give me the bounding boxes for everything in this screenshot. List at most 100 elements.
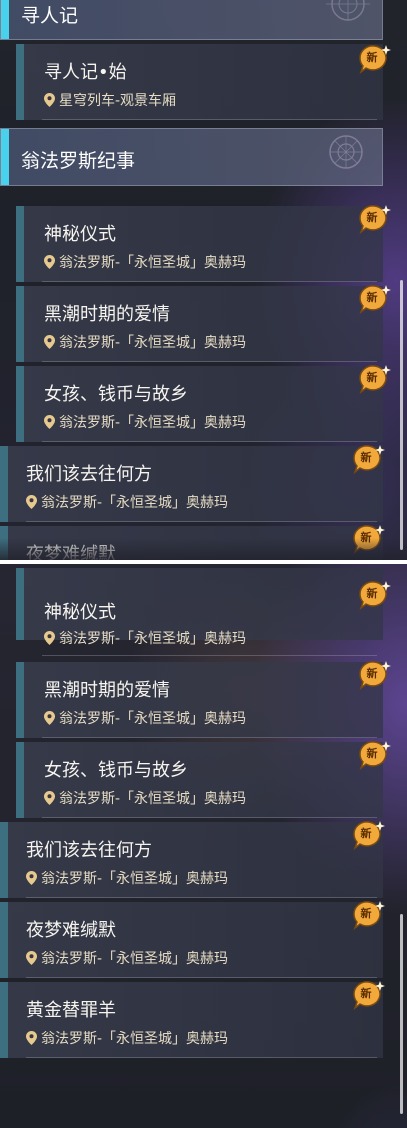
quest-location-text: 翁法罗斯-「永恒圣城」奥赫玛 (41, 495, 229, 511)
quest-location: 翁法罗斯-「永恒圣城」奥赫玛 (44, 788, 246, 808)
quest-item-xunrenji-shi[interactable]: 寻人记•始 星穹列车-观景车厢 (16, 44, 383, 120)
quest-divider (26, 521, 377, 522)
quest-title: 夜梦难缄默 (26, 920, 116, 941)
location-pin-icon (44, 711, 55, 725)
quest-item-nuhai-qianbi[interactable]: 女孩、钱币与故乡 翁法罗斯-「永恒圣城」奥赫玛 (16, 742, 383, 818)
quest-marker-bar (0, 902, 8, 978)
emblem-icon (329, 135, 363, 169)
quest-location: 翁法罗斯-「永恒圣城」奥赫玛 (26, 492, 228, 512)
quest-divider (26, 1057, 377, 1058)
new-badge-icon: 新 (358, 740, 392, 770)
quest-title: 女孩、钱币与故乡 (44, 760, 188, 781)
quest-location: 翁法罗斯-「永恒圣城」奥赫玛 (44, 628, 246, 648)
quest-marker-bar (0, 982, 8, 1058)
new-badge-icon: 新 (358, 364, 392, 394)
new-badge-icon: 新 (358, 284, 392, 314)
quest-location-text: 翁法罗斯-「永恒圣城」奥赫玛 (59, 631, 247, 647)
new-badge-icon: 新 (358, 204, 392, 234)
quest-marker-bar (0, 526, 8, 564)
quest-location: 翁法罗斯-「永恒圣城」奥赫玛 (44, 412, 246, 432)
quest-marker-bar (16, 366, 24, 442)
quest-item-qu-wang-hefang[interactable]: 我们该去往何方 翁法罗斯-「永恒圣城」奥赫玛 (0, 822, 383, 898)
quest-location: 翁法罗斯-「永恒圣城」奥赫玛 (26, 948, 228, 968)
quest-divider (26, 977, 377, 978)
quest-location: 翁法罗斯-「永恒圣城」奥赫玛 (26, 1028, 228, 1048)
location-pin-icon (44, 255, 55, 269)
quest-item-shenmi-yishi[interactable]: 神秘仪式 翁法罗斯-「永恒圣城」奥赫玛 (16, 206, 383, 282)
new-badge-icon: 新 (352, 444, 386, 474)
quest-title: 神秘仪式 (44, 224, 116, 245)
quest-divider (42, 281, 377, 282)
quest-location: 星穹列车-观景车厢 (44, 90, 176, 110)
quest-divider (42, 817, 377, 818)
location-pin-icon (26, 871, 37, 885)
quest-title: 我们该去往何方 (26, 840, 152, 861)
quest-item-heichao-aiqing[interactable]: 黑潮时期的爱情 翁法罗斯-「永恒圣城」奥赫玛 (16, 286, 383, 362)
quest-list-pane-bottom[interactable]: 神秘仪式 翁法罗斯-「永恒圣城」奥赫玛 新 黑潮时期的爱情 翁法罗斯-「永恒圣城… (0, 564, 407, 1128)
quest-divider (42, 737, 377, 738)
quest-divider (42, 441, 377, 442)
quest-item-huangjin-tizuiyang[interactable]: 黄金替罪羊 翁法罗斯-「永恒圣城」奥赫玛 (0, 982, 383, 1058)
quest-item-yemeng-jianmo[interactable]: 夜梦难缄默 翁法罗斯-「永恒圣城」奥赫玛 (0, 902, 383, 978)
quest-location: 翁法罗斯-「永恒圣城」奥赫玛 (44, 252, 246, 272)
quest-location-text: 翁法罗斯-「永恒圣城」奥赫玛 (59, 711, 247, 727)
location-pin-icon (44, 791, 55, 805)
new-badge-icon: 新 (352, 524, 386, 554)
quest-title: 黑潮时期的爱情 (44, 680, 170, 701)
location-pin-icon (44, 335, 55, 349)
quest-title: 寻人记•始 (44, 62, 127, 83)
new-badge-icon: 新 (358, 580, 392, 610)
location-pin-icon (44, 631, 55, 645)
quest-title: 我们该去往何方 (26, 464, 152, 485)
scrollbar[interactable] (400, 914, 403, 1114)
new-badge-icon: 新 (352, 980, 386, 1010)
quest-title: 神秘仪式 (44, 602, 116, 623)
quest-marker-bar (16, 286, 24, 362)
quest-item-yemeng-jianmo[interactable]: 夜梦难缄默 (0, 526, 383, 564)
quest-location-text: 翁法罗斯-「永恒圣城」奥赫玛 (41, 871, 229, 887)
location-pin-icon (44, 93, 55, 107)
section-title: 寻人记 (21, 5, 79, 27)
quest-list-pane-top[interactable]: 寻人记 寻人记•始 星穹列车-观景车厢 新 翁法罗斯纪事 神秘仪式 翁法罗斯-「… (0, 0, 407, 564)
quest-location-text: 星穹列车-观景车厢 (59, 93, 177, 109)
location-pin-icon (44, 415, 55, 429)
location-pin-icon (26, 951, 37, 965)
section-title: 翁法罗斯纪事 (21, 150, 136, 172)
quest-item-shenmi-yishi[interactable]: 神秘仪式 翁法罗斯-「永恒圣城」奥赫玛 (16, 568, 383, 656)
quest-marker-bar (0, 822, 8, 898)
quest-location-text: 翁法罗斯-「永恒圣城」奥赫玛 (59, 415, 247, 431)
quest-location-text: 翁法罗斯-「永恒圣城」奥赫玛 (41, 1031, 229, 1047)
section-accent (1, 129, 9, 185)
new-badge-icon: 新 (358, 44, 392, 74)
quest-marker-bar (16, 568, 24, 640)
new-badge-icon: 新 (352, 900, 386, 930)
quest-location-text: 翁法罗斯-「永恒圣城」奥赫玛 (59, 335, 247, 351)
quest-marker-bar (16, 742, 24, 818)
quest-divider (42, 361, 377, 362)
quest-location: 翁法罗斯-「永恒圣城」奥赫玛 (26, 868, 228, 888)
quest-item-heichao-aiqing[interactable]: 黑潮时期的爱情 翁法罗斯-「永恒圣城」奥赫玛 (16, 662, 383, 738)
new-badge-icon: 新 (358, 660, 392, 690)
quest-location-text: 翁法罗斯-「永恒圣城」奥赫玛 (41, 951, 229, 967)
quest-title: 女孩、钱币与故乡 (44, 384, 188, 405)
new-badge-icon: 新 (352, 820, 386, 850)
quest-divider (42, 119, 377, 120)
quest-item-nuhai-qianbi[interactable]: 女孩、钱币与故乡 翁法罗斯-「永恒圣城」奥赫玛 (16, 366, 383, 442)
quest-title: 黑潮时期的爱情 (44, 304, 170, 325)
quest-location-text: 翁法罗斯-「永恒圣城」奥赫玛 (59, 255, 247, 271)
quest-location: 翁法罗斯-「永恒圣城」奥赫玛 (44, 332, 246, 352)
location-pin-icon (26, 1031, 37, 1045)
scrollbar[interactable] (400, 280, 403, 550)
quest-item-qu-wang-hefang[interactable]: 我们该去往何方 翁法罗斯-「永恒圣城」奥赫玛 (0, 446, 383, 522)
section-accent (1, 0, 9, 39)
quest-location: 翁法罗斯-「永恒圣城」奥赫玛 (44, 708, 246, 728)
quest-marker-bar (16, 206, 24, 282)
quest-marker-bar (16, 662, 24, 738)
location-pin-icon (26, 495, 37, 509)
emblem-icon (326, 0, 370, 21)
quest-location-text: 翁法罗斯-「永恒圣城」奥赫玛 (59, 791, 247, 807)
section-header-wengfa[interactable]: 翁法罗斯纪事 (0, 128, 383, 186)
quest-divider (26, 897, 377, 898)
section-header-xunrenji[interactable]: 寻人记 (0, 0, 383, 40)
quest-divider (42, 655, 377, 656)
